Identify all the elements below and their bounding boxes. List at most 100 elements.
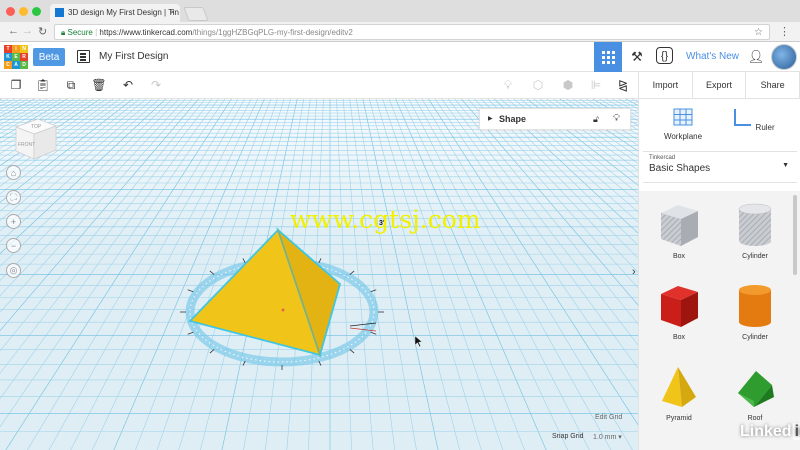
box-icon xyxy=(661,205,698,246)
browser-tab-strip: 3D design My First Design | Tin × xyxy=(0,0,800,22)
3d-view-button[interactable] xyxy=(594,42,622,72)
maximize-window-icon[interactable] xyxy=(32,7,41,16)
shape-grid: Box Cylinder Box Cylinder Pyramid Roof xyxy=(639,191,800,450)
avatar[interactable] xyxy=(771,44,797,70)
undo-icon[interactable]: ↶ xyxy=(120,77,136,93)
delete-trash-icon[interactable]: 🗑︎ xyxy=(91,77,107,93)
visibility-bulb-icon[interactable]: 💡︎ xyxy=(613,113,620,124)
whats-new-link[interactable]: What's New xyxy=(686,51,739,62)
bookmark-star-icon[interactable]: ☆ xyxy=(754,27,763,38)
design-menu-icon[interactable] xyxy=(77,50,90,63)
mirror-icon[interactable]: ⧎ xyxy=(615,77,631,93)
close-tab-icon[interactable]: × xyxy=(170,7,175,17)
shape-label: Roof xyxy=(747,415,763,422)
workplane-canvas[interactable]: 3° www.cgtsj.com ▶ Shape 🔓︎ 💡︎ Edit Grid… xyxy=(0,99,638,450)
edit-grid-link[interactable]: Edit Grid xyxy=(595,414,622,421)
zoom-in-icon[interactable]: + xyxy=(6,214,21,229)
ruler-label: Ruler xyxy=(755,123,775,132)
shape-panel-scrollbar[interactable] xyxy=(793,195,797,275)
ungroup-icon[interactable]: ⬢ xyxy=(560,77,576,93)
shape-box-striped[interactable]: Box xyxy=(649,201,709,260)
add-user-icon[interactable]: 👤︎ xyxy=(746,47,766,67)
close-window-icon[interactable] xyxy=(6,7,15,16)
cylinder-icon xyxy=(738,203,772,246)
new-tab-button[interactable] xyxy=(183,7,209,21)
shape-inspector[interactable]: ▶ Shape 🔓︎ 💡︎ xyxy=(479,108,631,130)
edit-toolbar: ❐ 📋︎ ⧉ 🗑︎ ↶ ↷ 💡︎ ⬡ ⬢ ⊫ ⧎ xyxy=(0,72,638,99)
forward-arrow-icon[interactable]: → xyxy=(22,25,33,37)
shape-box-red[interactable]: Box xyxy=(649,282,709,341)
share-button[interactable]: Share xyxy=(746,72,800,98)
grid-icon xyxy=(601,50,615,64)
expand-caret-icon[interactable]: ▶ xyxy=(488,115,493,122)
workplane-tool[interactable]: Workplane xyxy=(653,107,713,141)
viewcube-front-label: FRONT xyxy=(18,142,35,148)
zoom-out-icon[interactable]: − xyxy=(6,238,21,253)
watermark-text: www.cgtsj.com xyxy=(290,205,481,234)
url-path: /things/1ggHZBGqPLG-my-first-design/edit… xyxy=(192,28,353,37)
shape-label: Cylinder xyxy=(742,253,768,260)
mouse-cursor-icon xyxy=(414,335,423,348)
view-cube[interactable]: TOP FRONT xyxy=(14,113,58,161)
shape-cylinder-striped[interactable]: Cylinder xyxy=(725,201,785,260)
shape-label: Box xyxy=(672,334,686,341)
workplane-grid xyxy=(0,99,638,450)
workplane-label: Workplane xyxy=(663,132,703,141)
fit-view-icon[interactable]: ⛶ xyxy=(6,190,21,205)
chrome-menu-icon[interactable]: ⋮ xyxy=(779,25,790,38)
back-arrow-icon[interactable]: ← xyxy=(8,25,19,37)
shape-pyramid[interactable]: Pyramid xyxy=(649,363,709,422)
snap-grid-value: 1.0 mm xyxy=(593,434,617,441)
dropdown-arrow-icon: ▼ xyxy=(782,162,789,169)
duplicate-icon[interactable]: ⧉ xyxy=(63,77,79,93)
address-bar[interactable]: 🔒︎ Secure | https://www.tinkercad.com/th… xyxy=(54,24,770,40)
tinkercad-logo[interactable]: TIN KER CAD xyxy=(4,45,28,69)
right-panel: Workplane Ruler Tinkercad Basic Shapes ▼… xyxy=(638,99,800,450)
io-bar: Import Export Share xyxy=(638,72,800,99)
workplane-icon xyxy=(673,108,693,126)
shape-label: Cylinder xyxy=(742,334,768,341)
pyramid-icon xyxy=(662,367,696,407)
secure-label: Secure xyxy=(67,28,93,37)
shape-library-select[interactable]: Tinkercad Basic Shapes ▼ xyxy=(643,151,797,183)
codeblocks-icon[interactable]: {} xyxy=(656,47,673,64)
copy-icon[interactable]: ❐ xyxy=(8,77,24,93)
roof-icon xyxy=(738,371,774,407)
shape-inspector-title: Shape xyxy=(499,114,527,124)
app-header: TIN KER CAD Beta My First Design ⚒ {} Wh… xyxy=(0,42,800,72)
url-host: https://www.tinkercad.com xyxy=(99,28,193,37)
ruler-tool[interactable]: Ruler xyxy=(723,107,783,132)
lock-icon[interactable]: 🔓︎ xyxy=(593,114,599,125)
lock-icon: 🔒︎ xyxy=(61,28,66,37)
snap-grid-label: Snap Grid xyxy=(552,433,584,440)
collapse-panel-chevron-icon[interactable]: › xyxy=(632,266,636,278)
home-view-icon[interactable]: ⌂ xyxy=(6,165,21,180)
shape-label: Pyramid xyxy=(666,415,692,422)
tinkercad-favicon-icon xyxy=(55,8,64,17)
ortho-view-icon[interactable]: ◎ xyxy=(6,263,21,278)
redo-icon[interactable]: ↷ xyxy=(148,77,164,93)
design-title[interactable]: My First Design xyxy=(99,51,168,62)
library-name: Basic Shapes xyxy=(649,163,711,174)
shape-label: Box xyxy=(672,253,686,260)
shape-cylinder-orange[interactable]: Cylinder xyxy=(725,282,785,341)
linkedin-logo: Linkedin xyxy=(740,423,800,441)
ruler-icon xyxy=(734,109,752,126)
minimize-window-icon[interactable] xyxy=(19,7,28,16)
viewcube-top-label: TOP xyxy=(31,124,42,130)
shape-roof[interactable]: Roof xyxy=(725,363,785,422)
snap-grid-select[interactable]: 1.0 mm ▾ xyxy=(593,433,622,441)
notes-bulb-icon[interactable]: 💡︎ xyxy=(500,77,516,93)
box-icon xyxy=(661,286,698,327)
group-icon[interactable]: ⬡ xyxy=(530,77,546,93)
import-button[interactable]: Import xyxy=(639,72,693,98)
build-pickaxe-icon[interactable]: ⚒ xyxy=(627,47,647,67)
reload-icon[interactable]: ↻ xyxy=(38,25,47,38)
align-icon[interactable]: ⊫ xyxy=(588,77,604,93)
browser-tab[interactable]: 3D design My First Design | Tin × xyxy=(50,4,180,22)
tab-title: 3D design My First Design | Tin xyxy=(68,8,180,17)
paste-icon[interactable]: 📋︎ xyxy=(35,77,51,93)
cylinder-icon xyxy=(739,285,771,327)
export-button[interactable]: Export xyxy=(693,72,747,98)
beta-badge[interactable]: Beta xyxy=(33,48,65,66)
